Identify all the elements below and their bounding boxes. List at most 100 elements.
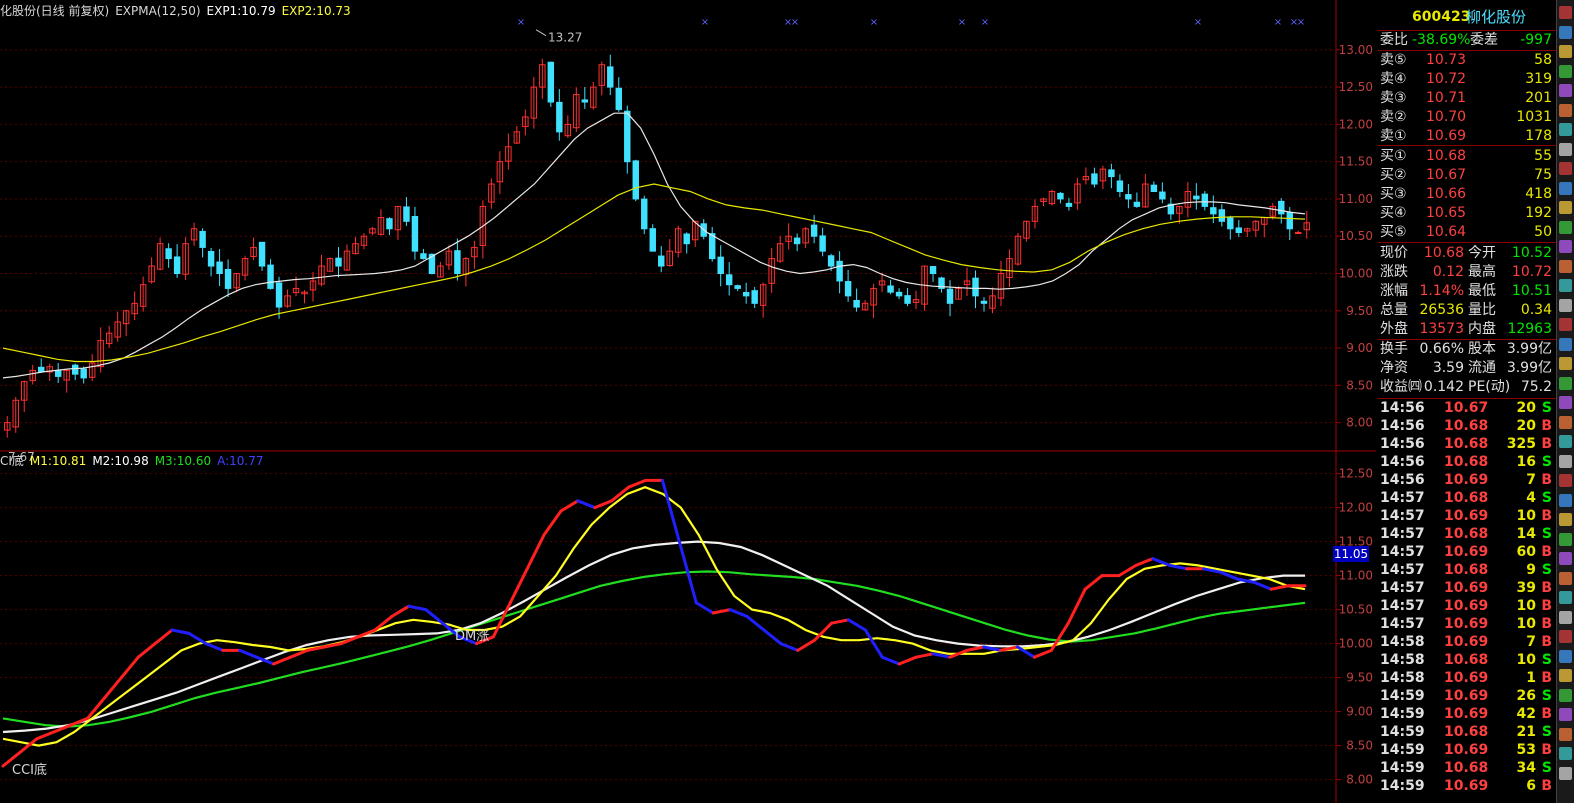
toolbar-tool-icon[interactable] bbox=[1559, 45, 1572, 58]
candle-body bbox=[827, 255, 835, 267]
tick-volume: 14 bbox=[1516, 526, 1536, 542]
y-tick-label: 11.00 bbox=[1339, 569, 1373, 583]
tick-row: 14:58 10.69 1 B bbox=[1378, 669, 1556, 687]
finance-row: 换手 0.66% 股本 3.99亿 bbox=[1378, 340, 1556, 359]
finance-label: 收益㈣ bbox=[1380, 379, 1422, 395]
toolbar-tool-icon[interactable] bbox=[1559, 630, 1572, 643]
a-line-segment bbox=[559, 499, 580, 513]
chart-area[interactable]: 13.00 12.50 12.00 11.50 11.00 10.50 10.00 9.50 9… bbox=[0, 0, 1376, 803]
toolbar-tool-icon[interactable] bbox=[1559, 649, 1572, 663]
tick-row: 14:57 10.69 39 B bbox=[1378, 579, 1556, 597]
toolbar-tool-icon[interactable] bbox=[1559, 240, 1572, 253]
toolbar-tool-icon[interactable] bbox=[1559, 396, 1572, 409]
chart-canvas[interactable]: 13.00 12.50 12.00 11.50 11.00 10.50 10.00 9.50 9… bbox=[0, 0, 1376, 803]
finance-value: 3.99亿 bbox=[1506, 341, 1552, 357]
tick-price: 10.69 bbox=[1444, 688, 1489, 704]
candle-body bbox=[547, 61, 555, 103]
toolbar-tool-icon[interactable] bbox=[1559, 6, 1572, 19]
candle-body bbox=[793, 237, 801, 245]
toolbar-tool-icon[interactable] bbox=[1559, 688, 1572, 702]
toolbar-tool-icon[interactable] bbox=[1559, 708, 1572, 721]
a-line-segment bbox=[1032, 648, 1053, 659]
toolbar-tool-icon[interactable] bbox=[1559, 669, 1572, 682]
ask-row: 卖⑤ 10.73 58 bbox=[1378, 51, 1556, 70]
toolbar-tool-icon[interactable] bbox=[1559, 298, 1572, 312]
candle-body bbox=[658, 255, 665, 267]
tick-time: 14:57 bbox=[1380, 562, 1425, 578]
toolbar-tool-icon[interactable] bbox=[1559, 513, 1572, 526]
tick-side: B bbox=[1541, 778, 1552, 794]
a-line-segment bbox=[711, 608, 732, 615]
toolbar-tool-icon[interactable] bbox=[1559, 181, 1572, 195]
toolbar-tool-icon[interactable] bbox=[1559, 84, 1572, 97]
toolbar-tool-icon[interactable] bbox=[1559, 532, 1572, 546]
toolbar-tool-icon[interactable] bbox=[1559, 201, 1572, 214]
toolbar-tool-icon[interactable] bbox=[1559, 103, 1572, 117]
tick-time: 14:57 bbox=[1380, 526, 1425, 542]
a-line-segment bbox=[288, 648, 309, 659]
toolbar-tool-icon[interactable] bbox=[1559, 415, 1572, 429]
toolbar-tool-icon[interactable] bbox=[1559, 474, 1572, 487]
bid-row: 买① 10.68 55 bbox=[1378, 147, 1556, 166]
finance-label: 股本 bbox=[1468, 341, 1496, 357]
a-line-segment bbox=[762, 628, 783, 646]
toolbar-tool-icon[interactable] bbox=[1559, 123, 1572, 136]
candle-body bbox=[1150, 184, 1158, 192]
toolbar-tool-icon[interactable] bbox=[1559, 591, 1572, 604]
finance-row: 净资 3.59 流通 3.99亿 bbox=[1378, 359, 1556, 378]
toolbar-tool-icon[interactable] bbox=[1559, 64, 1572, 78]
a-line-segment bbox=[322, 642, 343, 649]
toolbar-tool-icon[interactable] bbox=[1559, 162, 1572, 175]
tick-side: B bbox=[1541, 580, 1552, 596]
candle-body bbox=[80, 368, 87, 379]
y-tick-label: 10.50 bbox=[1339, 603, 1373, 617]
a-line-segment bbox=[238, 648, 259, 659]
candle-body bbox=[454, 250, 461, 275]
weicha-label: 委差 bbox=[1470, 32, 1498, 48]
candle-body bbox=[1218, 209, 1226, 222]
tick-time: 14:57 bbox=[1380, 598, 1425, 614]
stat-value: 1.14% bbox=[1419, 283, 1464, 299]
tick-volume: 7 bbox=[1526, 634, 1536, 650]
tick-time: 14:59 bbox=[1380, 688, 1425, 704]
toolbar-tool-icon[interactable] bbox=[1559, 259, 1572, 273]
tick-price: 10.69 bbox=[1444, 706, 1489, 722]
tick-time: 14:59 bbox=[1380, 778, 1425, 794]
toolbar-tool-icon[interactable] bbox=[1559, 357, 1572, 370]
tick-row: 14:58 10.68 10 S bbox=[1378, 651, 1556, 669]
tick-volume: 10 bbox=[1516, 508, 1536, 524]
toolbar-tool-icon[interactable] bbox=[1559, 454, 1572, 468]
chart-title: 化股份(日线 前复权) bbox=[0, 4, 110, 18]
toolbar-tool-icon[interactable] bbox=[1559, 766, 1572, 780]
toolbar-tool-icon[interactable] bbox=[1559, 747, 1572, 760]
toolbar-tool-icon[interactable] bbox=[1559, 318, 1572, 331]
signal-marker: × bbox=[1194, 17, 1202, 28]
tick-row: 14:57 10.69 10 B bbox=[1378, 615, 1556, 633]
candle-body bbox=[819, 235, 826, 252]
toolbar-tool-icon[interactable] bbox=[1559, 337, 1572, 351]
ask-volume: 58 bbox=[1534, 52, 1552, 68]
toolbar-tool-icon[interactable] bbox=[1559, 552, 1572, 565]
toolbar-tool-icon[interactable] bbox=[1559, 435, 1572, 448]
bid-price: 10.67 bbox=[1426, 167, 1467, 183]
toolbar-tool-icon[interactable] bbox=[1559, 493, 1572, 507]
tick-time: 14:59 bbox=[1380, 760, 1425, 776]
toolbar-tool-icon[interactable] bbox=[1559, 25, 1572, 39]
tick-volume: 4 bbox=[1526, 490, 1536, 506]
tick-side: B bbox=[1541, 436, 1552, 452]
a-line-segment bbox=[1083, 574, 1104, 591]
toolbar-tool-icon[interactable] bbox=[1559, 376, 1572, 390]
toolbar-tool-icon[interactable] bbox=[1559, 727, 1572, 741]
toolbar-tool-icon[interactable] bbox=[1559, 220, 1572, 234]
toolbar-tool-icon[interactable] bbox=[1559, 610, 1572, 624]
toolbar-tool-icon[interactable] bbox=[1559, 571, 1572, 585]
a-line-segment bbox=[897, 655, 918, 666]
tick-row: 14:56 10.69 7 B bbox=[1378, 471, 1556, 489]
candle-body bbox=[1295, 232, 1302, 234]
a-line-segment bbox=[660, 478, 681, 544]
stat-value: 12963 bbox=[1507, 321, 1552, 337]
tick-row: 14:56 10.67 20 S bbox=[1378, 399, 1556, 417]
toolbar-tool-icon[interactable] bbox=[1559, 142, 1572, 156]
candle-body bbox=[1286, 211, 1293, 230]
toolbar-tool-icon[interactable] bbox=[1559, 279, 1572, 292]
